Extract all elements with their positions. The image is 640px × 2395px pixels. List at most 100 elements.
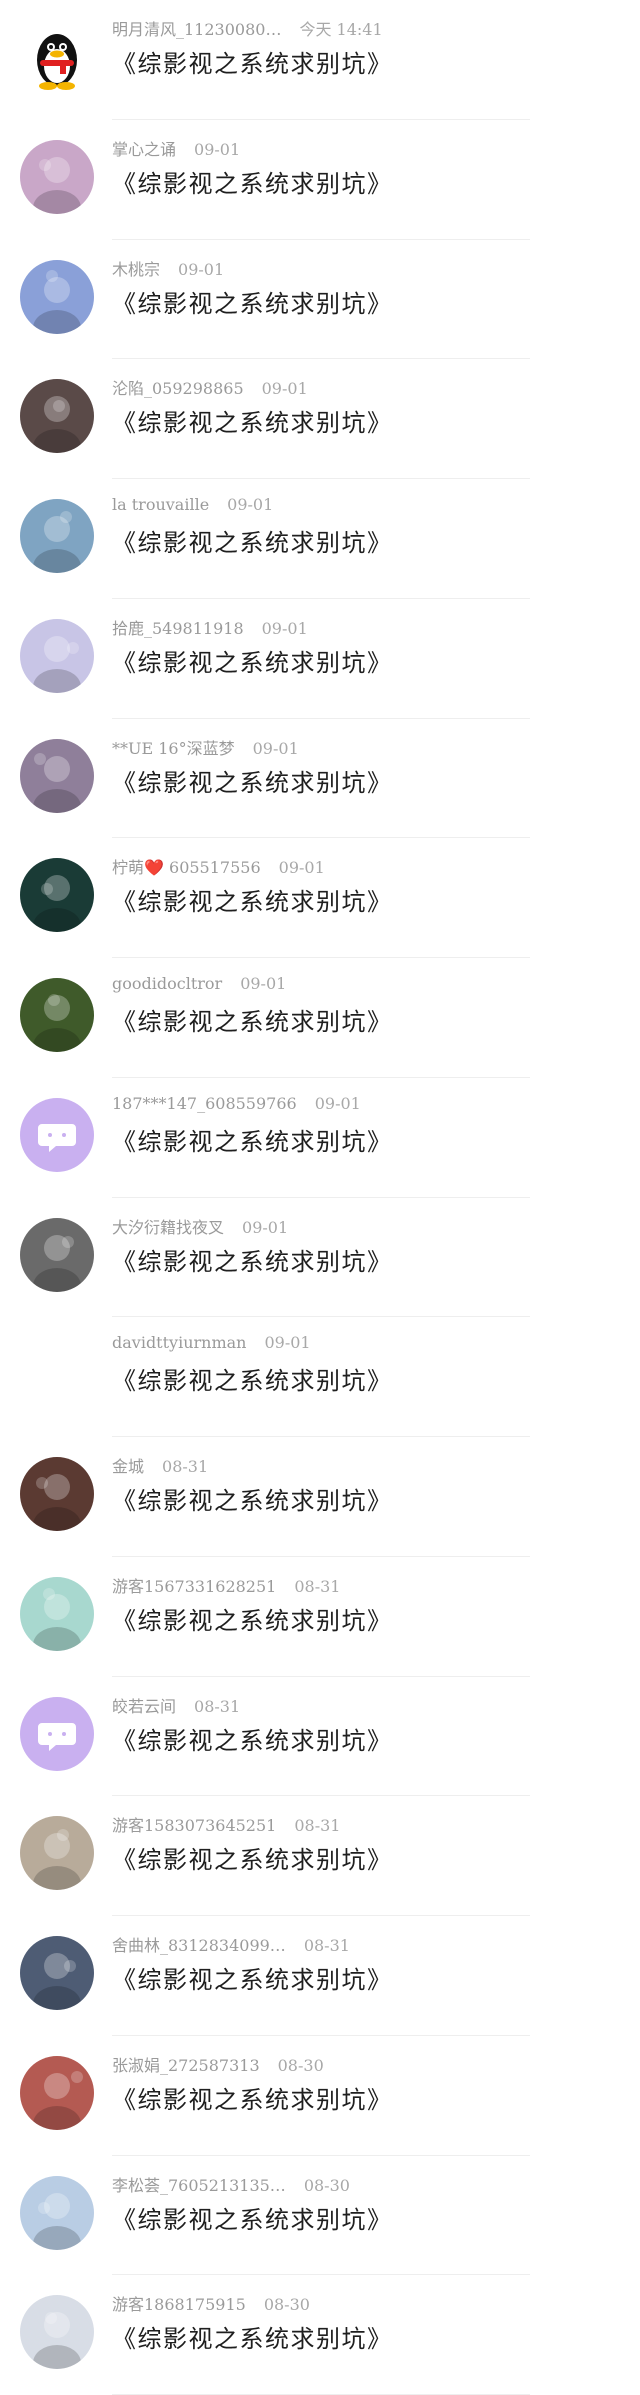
message-meta: 大汐衍籍找夜叉 09-01: [112, 1214, 288, 1238]
avatar[interactable]: [20, 1576, 94, 1651]
sender-name[interactable]: 游客1583073645251: [112, 1816, 276, 1835]
sender-name[interactable]: 舍曲林_8312834099…: [112, 1936, 286, 1955]
sender-name[interactable]: 大汐衍籍找夜叉: [112, 1218, 224, 1237]
message-time: 09-01: [194, 139, 241, 159]
sender-name[interactable]: 游客1567331628251: [112, 1577, 276, 1596]
message-item[interactable]: 掌心之诵 09-01 《综影视之系统求别坑》: [0, 120, 640, 240]
message-text: 《综影视之系统求别坑》: [112, 289, 393, 318]
avatar[interactable]: [20, 499, 94, 573]
message-item[interactable]: 沦陷_059298865 09-01 《综影视之系统求别坑》: [0, 359, 640, 479]
message-text: 《综影视之系统求别坑》: [112, 1966, 393, 1994]
message-item[interactable]: 游客1868175915 08-30 《综影视之系统求别坑》: [0, 2275, 640, 2395]
message-item[interactable]: goodidocltror 09-01 《综影视之系统求别坑》: [0, 958, 640, 1078]
avatar[interactable]: [20, 139, 94, 214]
message-text: 《综影视之系统求别坑》: [112, 1247, 393, 1276]
message-time: 08-31: [294, 1576, 341, 1596]
avatar[interactable]: [20, 858, 94, 933]
sender-name[interactable]: 掌心之诵: [112, 140, 176, 159]
message-item[interactable]: 金城 08-31 《综影视之系统求别坑》: [0, 1437, 640, 1557]
message-item[interactable]: 游客1583073645251 08-31 《综影视之系统求别坑》: [0, 1796, 640, 1916]
avatar[interactable]: [20, 1457, 94, 1531]
message-text: 《综影视之系统求别坑》: [112, 2325, 393, 2354]
message-item[interactable]: 拾鹿_549811918 09-01 《综影视之系统求别坑》: [0, 599, 640, 719]
message-time: 08-30: [277, 2055, 324, 2075]
message-meta: 舍曲林_8312834099… 08-31: [112, 1932, 350, 1956]
sender-name[interactable]: **UE 16°深蓝梦: [112, 739, 235, 758]
default-chat-icon[interactable]: [20, 1097, 94, 1172]
sender-name[interactable]: davidttyiurnman: [112, 1333, 246, 1352]
message-meta: 金城 08-31: [112, 1453, 208, 1477]
message-item[interactable]: 张淑娟_272587313 08-30 《综影视之系统求别坑》: [0, 2036, 640, 2156]
message-text: 《综影视之系统求别坑》: [112, 169, 393, 198]
message-meta: 沦陷_059298865 09-01: [112, 375, 308, 399]
message-text: 《综影视之系统求别坑》: [112, 1127, 393, 1156]
message-meta: 游客1868175915 08-30: [112, 2291, 310, 2315]
message-item[interactable]: 柠萌❤️ 605517556 09-01 《综影视之系统求别坑》: [0, 838, 640, 958]
sender-name[interactable]: goodidocltror: [112, 974, 222, 993]
sender-name[interactable]: 沦陷_059298865: [112, 379, 244, 398]
qq-penguin-icon[interactable]: [20, 20, 94, 94]
message-time: 09-01: [227, 495, 274, 514]
message-meta: 柠萌❤️ 605517556 09-01: [112, 854, 325, 878]
sender-name[interactable]: 木桃宗: [112, 260, 160, 279]
message-item[interactable]: la trouvaille 09-01 《综影视之系统求别坑》: [0, 479, 640, 599]
message-meta: 游客1583073645251 08-31: [112, 1812, 340, 1836]
message-time: 09-01: [278, 858, 325, 878]
message-item[interactable]: 舍曲林_8312834099… 08-31 《综影视之系统求别坑》: [0, 1916, 640, 2036]
message-item[interactable]: davidttyiurnman 09-01 《综影视之系统求别坑》: [0, 1317, 640, 1437]
avatar[interactable]: [20, 738, 94, 813]
sender-name[interactable]: 张淑娟_272587313: [112, 2056, 260, 2075]
message-time: 09-01: [240, 974, 287, 993]
message-item[interactable]: 187***147_608559766 09-01 《综影视之系统求别坑》: [0, 1078, 640, 1198]
message-text: 《综影视之系统求别坑》: [112, 1606, 393, 1635]
avatar[interactable]: [20, 2295, 94, 2370]
message-item[interactable]: 大汐衍籍找夜叉 09-01 《综影视之系统求别坑》: [0, 1198, 640, 1318]
message-item[interactable]: 明月清风_11230080… 今天 14:41 《综影视之系统求别坑》: [0, 0, 640, 120]
sender-name[interactable]: 拾鹿_549811918: [112, 619, 244, 638]
sender-name[interactable]: la trouvaille: [112, 495, 209, 514]
avatar[interactable]: [20, 2175, 94, 2250]
message-time: 09-01: [242, 1217, 289, 1237]
message-time: 09-01: [314, 1093, 361, 1113]
message-item[interactable]: 皎若云间 08-31 《综影视之系统求别坑》: [0, 1677, 640, 1797]
message-time: 今天 14:41: [299, 20, 383, 39]
avatar[interactable]: [20, 1337, 94, 1412]
message-text: 《综影视之系统求别坑》: [112, 1726, 393, 1755]
sender-name[interactable]: 柠萌❤️ 605517556: [112, 858, 261, 877]
avatar[interactable]: [20, 379, 94, 454]
message-meta: **UE 16°深蓝梦 09-01: [112, 735, 299, 759]
message-time: 08-31: [303, 1936, 350, 1955]
message-text: 《综影视之系统求别坑》: [112, 1008, 393, 1036]
sender-name[interactable]: 金城: [112, 1457, 144, 1476]
message-text: 《综影视之系统求别坑》: [112, 1367, 393, 1396]
message-time: 08-31: [294, 1816, 341, 1836]
message-meta: goodidocltror 09-01: [112, 974, 286, 993]
message-meta: 木桃宗 09-01: [112, 256, 224, 280]
avatar[interactable]: [20, 2055, 94, 2130]
message-text: 《综影视之系统求别坑》: [112, 648, 393, 677]
message-text: 《综影视之系统求别坑》: [112, 50, 393, 78]
sender-name[interactable]: 游客1868175915: [112, 2295, 246, 2314]
avatar[interactable]: [20, 259, 94, 334]
message-item[interactable]: 李松荟_7605213135… 08-30 《综影视之系统求别坑》: [0, 2156, 640, 2276]
message-meta: davidttyiurnman 09-01: [112, 1333, 311, 1352]
sender-name[interactable]: 李松荟_7605213135…: [112, 2176, 286, 2195]
avatar[interactable]: [20, 1816, 94, 1891]
message-text: 《综影视之系统求别坑》: [112, 2085, 393, 2114]
avatar[interactable]: [20, 1936, 94, 2010]
message-item[interactable]: 游客1567331628251 08-31 《综影视之系统求别坑》: [0, 1557, 640, 1677]
message-meta: 拾鹿_549811918 09-01: [112, 615, 308, 639]
message-meta: 187***147_608559766 09-01: [112, 1094, 361, 1113]
avatar[interactable]: [20, 618, 94, 693]
avatar[interactable]: [20, 978, 94, 1052]
sender-name[interactable]: 187***147_608559766: [112, 1094, 297, 1113]
message-text: 《综影视之系统求别坑》: [112, 768, 393, 797]
avatar[interactable]: [20, 1217, 94, 1292]
sender-name[interactable]: 明月清风_11230080…: [112, 20, 281, 39]
message-text: 《综影视之系统求别坑》: [112, 529, 393, 557]
message-item[interactable]: **UE 16°深蓝梦 09-01 《综影视之系统求别坑》: [0, 719, 640, 839]
message-text: 《综影视之系统求别坑》: [112, 409, 393, 438]
default-chat-icon[interactable]: [20, 1696, 94, 1771]
message-item[interactable]: 木桃宗 09-01 《综影视之系统求别坑》: [0, 240, 640, 360]
sender-name[interactable]: 皎若云间: [112, 1697, 176, 1716]
